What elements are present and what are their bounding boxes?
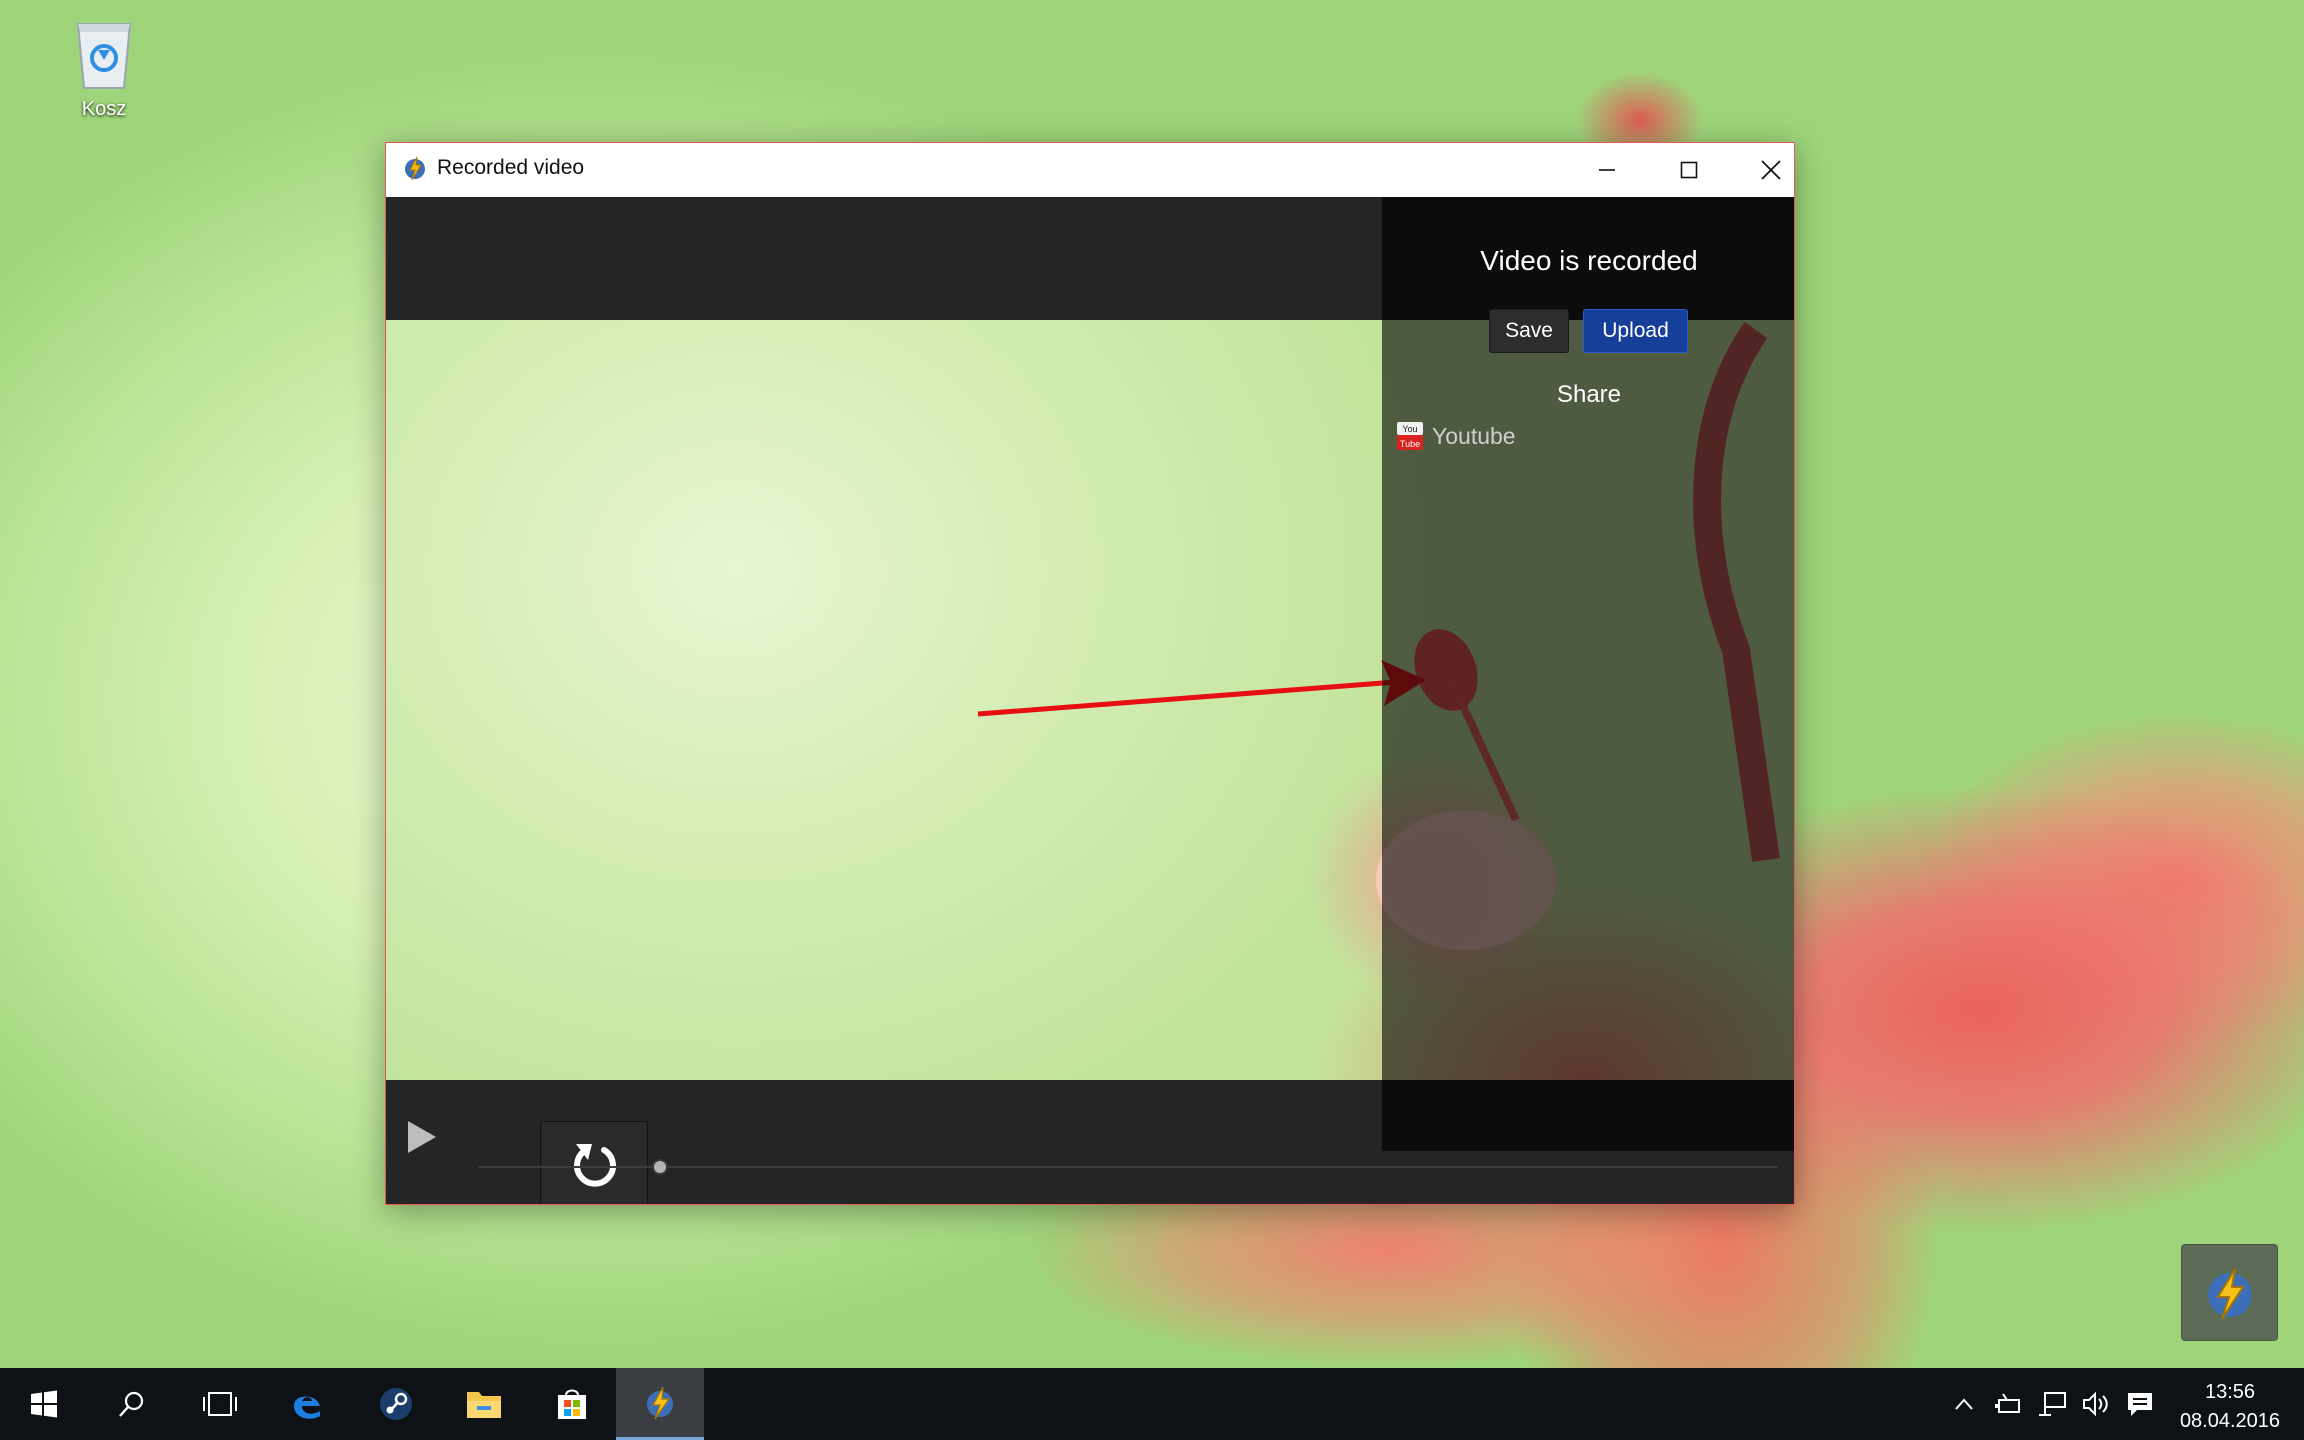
action-center-icon (2128, 1393, 2152, 1416)
minimize-button[interactable] (1566, 143, 1648, 197)
window-title: Recorded video (437, 156, 585, 179)
maximize-icon (1680, 161, 1698, 179)
seek-bar[interactable] (478, 1166, 1778, 1168)
show-hidden-icons-button[interactable] (1942, 1368, 1986, 1440)
flash-app-tray-tile[interactable] (2181, 1244, 2278, 1341)
power-status-button[interactable] (1986, 1368, 2030, 1440)
power-icon (1995, 1393, 2020, 1413)
task-view-button[interactable] (176, 1368, 264, 1440)
desktop-icon-recycle-bin[interactable]: Kosz (60, 14, 148, 121)
play-icon (408, 1121, 436, 1153)
close-icon (1761, 160, 1781, 180)
svg-text:You: You (1402, 424, 1417, 434)
store-icon (558, 1389, 586, 1419)
volume-icon (2083, 1391, 2108, 1417)
search-icon (119, 1391, 144, 1417)
seek-handle[interactable] (652, 1159, 668, 1175)
taskbar-file-explorer[interactable] (440, 1368, 528, 1440)
network-status-button[interactable] (2030, 1368, 2074, 1440)
action-center-button[interactable] (2118, 1368, 2162, 1440)
app-body: Video is recorded Save Upload Share You … (386, 197, 1794, 1204)
steam-icon (380, 1388, 412, 1420)
share-heading: Share (1556, 381, 1622, 408)
replay-icon (574, 1144, 616, 1187)
svg-text:Tube: Tube (1400, 439, 1420, 449)
clock-date: 08.04.2016 (2179, 1410, 2281, 1432)
file-explorer-icon (467, 1392, 501, 1418)
save-button[interactable]: Save (1489, 309, 1569, 353)
flash-app-icon (647, 1386, 673, 1419)
title-bar[interactable]: Recorded video (386, 143, 1794, 197)
taskbar-clock[interactable]: 13:56 08.04.2016 (2160, 1378, 2300, 1436)
panel-footer-bg (1382, 1080, 1794, 1151)
edge-icon (294, 1396, 320, 1419)
taskbar-edge[interactable] (264, 1368, 352, 1440)
windows-start-icon (31, 1390, 57, 1418)
maximize-button[interactable] (1648, 143, 1730, 197)
panel-title: Video is recorded (1480, 245, 1698, 276)
minimize-icon (1599, 169, 1615, 171)
taskbar: 13:56 08.04.2016 (0, 1368, 2304, 1440)
recorded-video-window: Recorded video Video is recorded Save Up… (385, 142, 1795, 1205)
close-button[interactable] (1730, 143, 1794, 197)
flash-app-icon (402, 155, 428, 181)
youtube-label: Youtube (1432, 422, 1516, 449)
youtube-icon: You Tube (1397, 422, 1423, 450)
search-button[interactable] (88, 1368, 176, 1440)
upload-button[interactable]: Upload (1583, 309, 1688, 353)
play-button[interactable] (404, 1117, 440, 1157)
volume-button[interactable] (2074, 1368, 2118, 1440)
start-button[interactable] (0, 1368, 88, 1440)
taskbar-store[interactable] (528, 1368, 616, 1440)
share-youtube-link[interactable]: You Tube Youtube (1396, 419, 1516, 453)
replay-button[interactable] (540, 1121, 648, 1204)
recycle-bin-icon (72, 14, 136, 90)
clock-time: 13:56 (2204, 1381, 2256, 1403)
flash-app-icon (2207, 1267, 2252, 1320)
system-tray (1942, 1368, 2162, 1440)
network-icon (2039, 1392, 2066, 1416)
desktop-icon-label: Kosz (81, 98, 127, 120)
taskbar-flash-app[interactable] (616, 1368, 704, 1440)
share-panel: Video is recorded Save Upload Share You … (1382, 197, 1794, 1151)
taskbar-steam[interactable] (352, 1368, 440, 1440)
chevron-up-icon (1955, 1398, 1973, 1410)
task-view-icon (203, 1392, 237, 1416)
